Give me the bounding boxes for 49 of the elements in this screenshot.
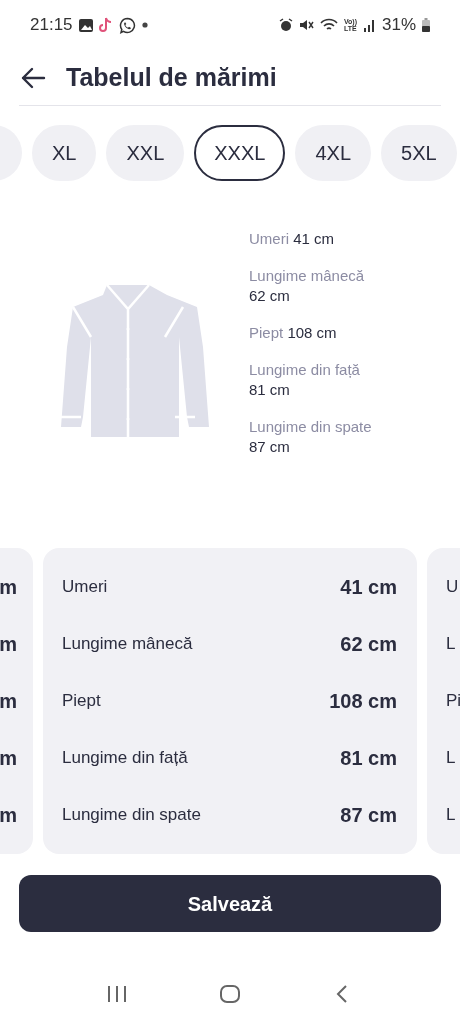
measurement-value: 108 cm [329,689,397,714]
measurement-label: Lungime din față [249,360,361,380]
measurement-label: L [446,804,456,827]
image-icon [78,18,93,32]
measurement-label: Pi [446,690,460,713]
measurement-label: Lungime din față [62,747,188,770]
measurement-label: Piept [62,690,101,713]
phone-bubble-icon [118,16,136,34]
home-icon[interactable] [219,984,241,1004]
music-note-icon [98,17,113,33]
measurement-value: m [0,689,17,714]
measurement-value: 81 cm [340,746,397,771]
muted-speaker-icon [298,18,314,32]
measurement-value: m [0,746,17,771]
measurement-value: 87 cm [249,437,291,457]
measurement-value: 41 cm [340,575,397,600]
measurement-label: Lungime mânecă [62,633,193,656]
battery-icon [422,18,430,32]
measurement-text: Piept 108 cm [249,323,338,343]
measurement-value: 81 cm [249,380,291,400]
measurement-label: Lungime mânecă [249,266,366,286]
measurement-label: U [446,576,459,599]
signal-icon [362,18,376,32]
measurement-value: m [0,803,17,828]
battery-percent: 31% [381,14,416,37]
size-chip[interactable]: XL [32,125,97,181]
recent-apps-icon[interactable] [105,984,128,1004]
measurement-label: L [446,633,456,656]
alarm-icon [278,18,293,32]
size-chip[interactable]: 5XL [381,125,457,181]
size-chip[interactable]: 4XL [295,125,372,181]
save-button[interactable]: Salvează [19,875,441,932]
measurement-value: m [0,575,17,600]
measurement-value: 62 cm [340,632,397,657]
page-title: Tabelul de mărimi [66,61,277,93]
measurement-value: 62 cm [249,286,291,306]
measurement-label: Umeri [62,576,108,599]
measurement-value: 87 cm [340,803,397,828]
measurement-text: Umeri 41 cm [249,229,336,249]
measurement-label: Lungime din spate [249,417,372,437]
measurement-label: Lungime din spate [62,804,201,827]
dot-icon [141,22,148,28]
size-chip[interactable]: XXXL [194,125,286,181]
size-chip[interactable]: XXL [106,125,185,181]
back-arrow-icon[interactable] [20,66,46,89]
wifi-icon [319,18,338,32]
measurement-label: L [446,747,456,770]
measurement-value: m [0,632,17,657]
status-time: 21:15 [30,14,73,37]
